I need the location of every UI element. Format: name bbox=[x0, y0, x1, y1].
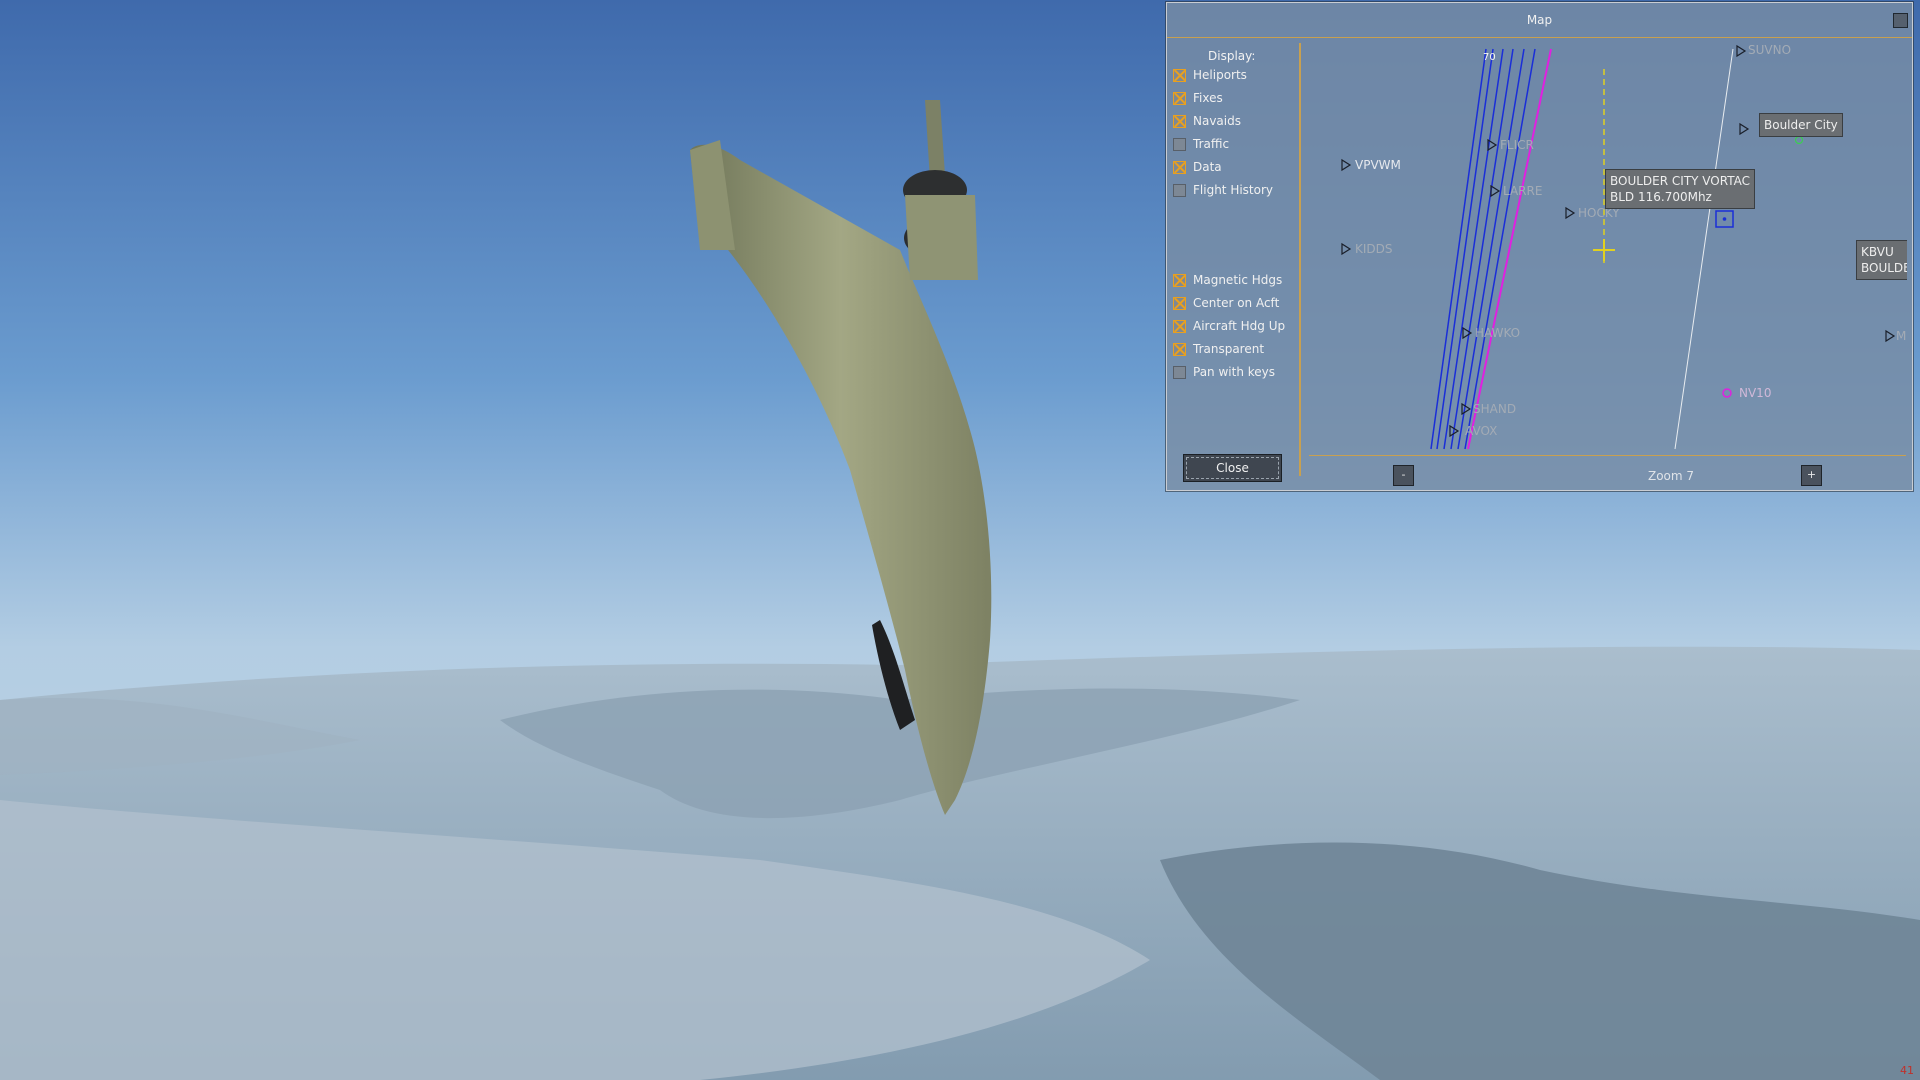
route-line bbox=[1443, 48, 1504, 450]
fix-triangle-miney[interactable] bbox=[1885, 329, 1896, 343]
traffic-check-mark[interactable] bbox=[1173, 137, 1186, 151]
fix-label-vpvwm: VPVWM bbox=[1355, 158, 1401, 172]
zoom-in-button[interactable]: + bbox=[1801, 465, 1822, 486]
flight-history-label: Flight History bbox=[1193, 183, 1274, 197]
data-checkbox[interactable]: Data bbox=[1173, 157, 1222, 177]
fixes-label: Fixes bbox=[1193, 91, 1223, 105]
navaids-check-mark[interactable] bbox=[1173, 114, 1186, 128]
route-line bbox=[1436, 48, 1494, 450]
kbvu-info-popup[interactable]: KBVU BOULDE bbox=[1856, 240, 1907, 280]
route-line bbox=[1430, 48, 1487, 450]
map-title: Map bbox=[1526, 13, 1553, 27]
traffic-label: Traffic bbox=[1193, 137, 1230, 151]
fix-label-larre: LARRE bbox=[1503, 184, 1543, 198]
nv10-marker[interactable] bbox=[1722, 388, 1732, 398]
center-on-acft-label: Center on Acft bbox=[1193, 296, 1280, 310]
pan-with-keys-label: Pan with keys bbox=[1193, 365, 1276, 379]
sidebar-divider bbox=[1299, 43, 1301, 476]
nv10-label: NV10 bbox=[1739, 386, 1772, 400]
airway-routes bbox=[1430, 48, 1734, 450]
zoom-divider bbox=[1309, 455, 1906, 456]
data-label: Data bbox=[1193, 160, 1222, 174]
map-overlay bbox=[1341, 44, 1896, 450]
center-on-acft-check-mark[interactable] bbox=[1173, 296, 1186, 310]
fixes-checkbox[interactable]: Fixes bbox=[1173, 88, 1223, 108]
heliports-check-mark[interactable] bbox=[1173, 68, 1186, 82]
fixes-check-mark[interactable] bbox=[1173, 91, 1186, 105]
vortac-name: BOULDER CITY VORTAC bbox=[1610, 174, 1750, 188]
map-canvas[interactable]: 70 VPVWM FLICR LARRE HOCKY KIDDS HAWKO S… bbox=[1303, 43, 1907, 453]
magnetic-hdgs-check-mark[interactable] bbox=[1173, 273, 1186, 287]
transparent-label: Transparent bbox=[1193, 342, 1265, 356]
pan-with-keys-checkbox[interactable]: Pan with keys bbox=[1173, 362, 1275, 382]
route-line bbox=[1450, 48, 1514, 450]
kbvu-name: BOULDE bbox=[1861, 261, 1907, 275]
vortac-info-popup[interactable]: BOULDER CITY VORTAC BLD 116.700Mhz bbox=[1605, 169, 1755, 209]
heliports-label: Heliports bbox=[1193, 68, 1247, 82]
map-window: Map Display: Heliports Fixes Navaids Tra… bbox=[1166, 2, 1913, 491]
fix-label-hawko: HAWKO bbox=[1475, 326, 1521, 340]
fix-label-suvno: SUVNO bbox=[1748, 43, 1792, 57]
aircraft-hdg-up-checkbox[interactable]: Aircraft Hdg Up bbox=[1173, 316, 1285, 336]
heliports-checkbox[interactable]: Heliports bbox=[1173, 65, 1247, 85]
route-line bbox=[1464, 48, 1536, 450]
magnetic-hdgs-label: Magnetic Hdgs bbox=[1193, 273, 1283, 287]
flight-plan-line bbox=[1467, 48, 1552, 450]
fix-triangle-vpvwm[interactable] bbox=[1341, 158, 1352, 172]
kbvu-code: KBVU bbox=[1861, 245, 1894, 259]
close-button[interactable]: Close bbox=[1183, 454, 1282, 482]
display-label: Display: bbox=[1208, 49, 1256, 63]
map-sidebar: Display: Heliports Fixes Navaids Traffic… bbox=[1167, 37, 1299, 490]
flight-history-check-mark[interactable] bbox=[1173, 183, 1186, 197]
route-line bbox=[1457, 48, 1525, 450]
center-on-acft-checkbox[interactable]: Center on Acft bbox=[1173, 293, 1279, 313]
fix-triangle-kidds[interactable] bbox=[1341, 242, 1352, 256]
aircraft-hdg-up-label: Aircraft Hdg Up bbox=[1193, 319, 1286, 333]
fix-label-avox: AVOX bbox=[1465, 424, 1498, 438]
heading-tick-label: 70 bbox=[1483, 52, 1496, 63]
navaids-label: Navaids bbox=[1193, 114, 1241, 128]
fix-label-flicr: FLICR bbox=[1500, 138, 1534, 152]
fix-triangle-boulder[interactable] bbox=[1739, 122, 1750, 136]
flight-history-checkbox[interactable]: Flight History bbox=[1173, 180, 1273, 200]
vortac-frequency: BLD 116.700Mhz bbox=[1610, 190, 1712, 204]
airport-marker[interactable] bbox=[1794, 135, 1804, 145]
fix-label-shand: SHAND bbox=[1473, 402, 1517, 416]
fix-label-miney: MINEY bbox=[1896, 329, 1907, 343]
boundary-line bbox=[1674, 48, 1734, 450]
pan-with-keys-check-mark[interactable] bbox=[1173, 365, 1186, 379]
transparent-checkbox[interactable]: Transparent bbox=[1173, 339, 1264, 359]
zoom-out-button[interactable]: - bbox=[1393, 465, 1414, 486]
zoom-level-label: Zoom 7 bbox=[1647, 469, 1695, 483]
fix-triangle-hocky[interactable] bbox=[1565, 206, 1576, 220]
fix-triangle-shand[interactable] bbox=[1461, 402, 1472, 416]
heading-indicator bbox=[1593, 69, 1615, 263]
data-check-mark[interactable] bbox=[1173, 160, 1186, 174]
fps-counter: 41 bbox=[1900, 1064, 1914, 1077]
traffic-checkbox[interactable]: Traffic bbox=[1173, 134, 1229, 154]
fix-label-kidds: KIDDS bbox=[1355, 242, 1393, 256]
map-titlebar[interactable]: Map bbox=[1167, 3, 1912, 38]
magnetic-hdgs-checkbox[interactable]: Magnetic Hdgs bbox=[1173, 270, 1282, 290]
aircraft-hdg-up-check-mark[interactable] bbox=[1173, 319, 1186, 333]
transparent-check-mark[interactable] bbox=[1173, 342, 1186, 356]
window-close-box[interactable] bbox=[1893, 13, 1908, 28]
boulder-city-tag[interactable]: Boulder City bbox=[1759, 113, 1843, 137]
navaids-checkbox[interactable]: Navaids bbox=[1173, 111, 1241, 131]
fix-triangle-suvno[interactable] bbox=[1736, 44, 1747, 58]
